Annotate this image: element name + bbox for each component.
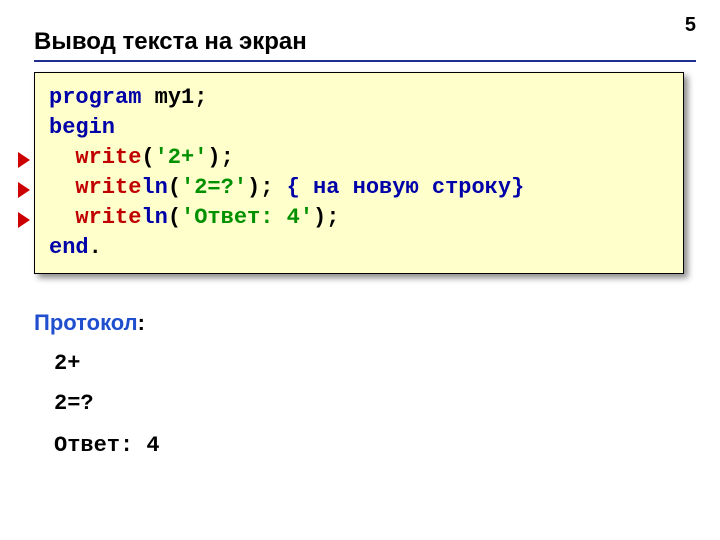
protocol-word: Протокол — [34, 310, 138, 335]
code-line-2: begin — [49, 113, 669, 143]
kw-program: program — [49, 85, 141, 110]
code-line-1: program my1; — [49, 83, 669, 113]
rparen: ) — [313, 205, 326, 230]
string-1: '2+' — [155, 145, 208, 170]
code-block: program my1; begin write('2+'); writeln(… — [34, 72, 684, 274]
semicolon: ; — [221, 145, 234, 170]
slide-title: Вывод текста на экран — [34, 28, 307, 56]
semicolon: ; — [326, 205, 339, 230]
lparen: ( — [168, 205, 181, 230]
output-line-3: Ответ: 4 — [54, 426, 160, 466]
rparen: ) — [247, 175, 260, 200]
pointer-icon — [18, 182, 30, 198]
comment: { на новую строку} — [287, 175, 525, 200]
semicolon: ; — [194, 85, 207, 110]
string-2: '2=?' — [181, 175, 247, 200]
code-line-6: end. — [49, 233, 669, 263]
output-line-2: 2=? — [54, 384, 94, 424]
fn-write-3: write — [75, 205, 141, 230]
slide: 5 Вывод текста на экран program my1; beg… — [0, 0, 720, 540]
output-line-1: 2+ — [54, 344, 80, 384]
rparen: ) — [207, 145, 220, 170]
title-underline — [34, 60, 696, 62]
code-line-3: write('2+'); — [49, 143, 669, 173]
lparen: ( — [168, 175, 181, 200]
program-name: my1 — [141, 85, 194, 110]
string-3: 'Ответ: 4' — [181, 205, 313, 230]
fn-write-2: write — [75, 175, 141, 200]
semicolon: ; — [260, 175, 273, 200]
page-number: 5 — [685, 14, 696, 37]
code-line-4: writeln('2=?'); { на новую строку} — [49, 173, 669, 203]
kw-begin: begin — [49, 115, 115, 140]
kw-end: end — [49, 235, 89, 260]
suffix-ln-1: ln — [141, 175, 167, 200]
code-line-5: writeln('Ответ: 4'); — [49, 203, 669, 233]
lparen: ( — [141, 145, 154, 170]
fn-write-1: write — [75, 145, 141, 170]
pointer-icon — [18, 152, 30, 168]
end-dot: . — [89, 235, 102, 260]
protocol-label: Протокол: — [34, 310, 145, 336]
protocol-colon: : — [138, 310, 145, 335]
suffix-ln-2: ln — [141, 205, 167, 230]
pointer-icon — [18, 212, 30, 228]
